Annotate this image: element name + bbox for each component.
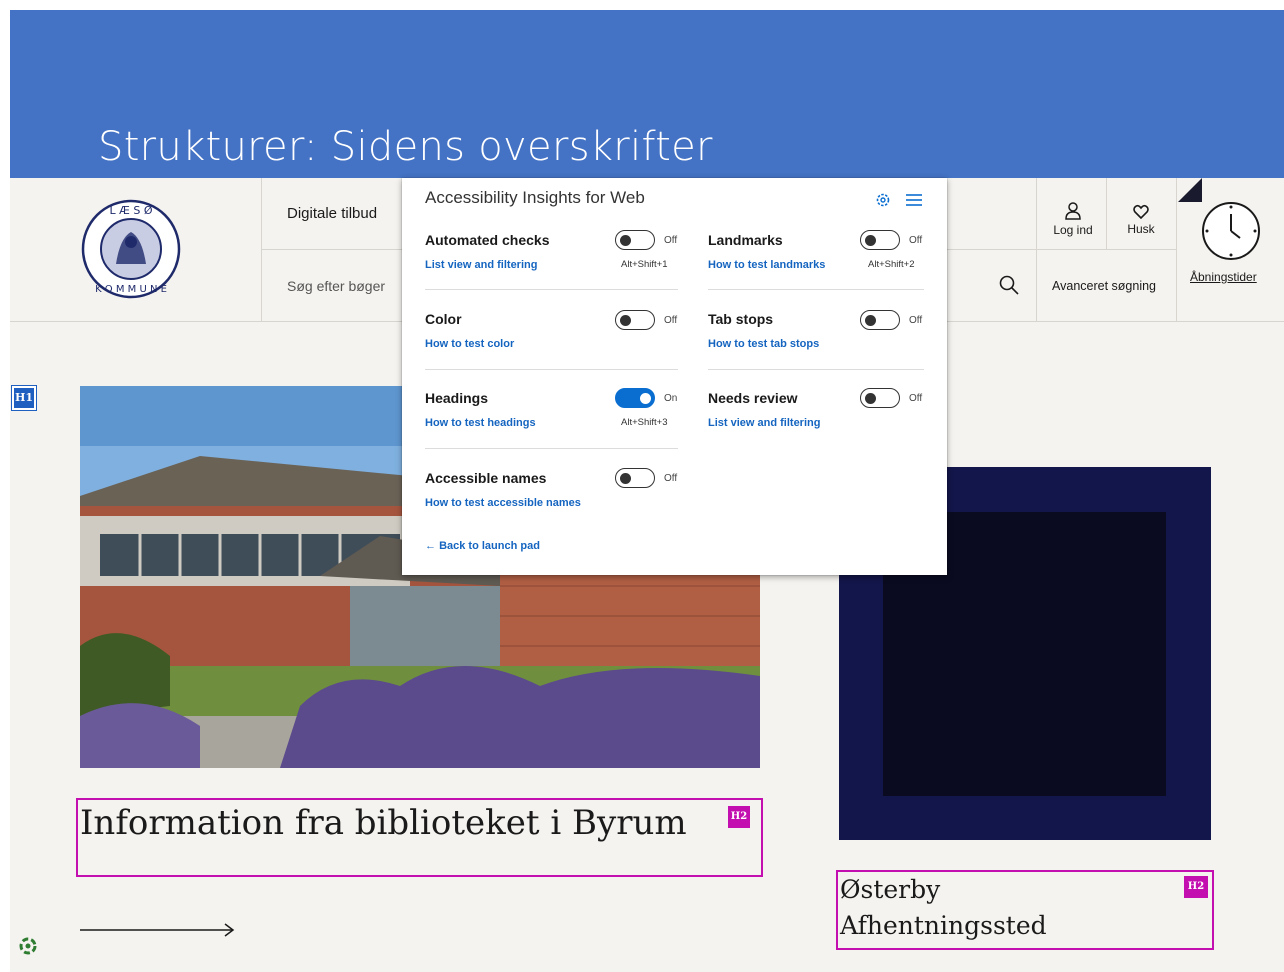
svg-text:L Æ S Ø: L Æ S Ø xyxy=(110,204,153,217)
divider xyxy=(425,448,678,449)
accessible-names-title: Accessible names xyxy=(425,470,547,486)
tab-stops-title: Tab stops xyxy=(708,311,774,327)
accessible-names-toggle[interactable] xyxy=(615,468,655,488)
divider xyxy=(708,369,924,370)
panel-title: Accessibility Insights for Web xyxy=(425,188,645,207)
back-label: Back to launch pad xyxy=(439,540,540,552)
nav-link-digital[interactable]: Digitale tilbud xyxy=(287,205,377,222)
landmarks-title: Landmarks xyxy=(708,232,783,248)
tab-stops-state: Off xyxy=(909,315,923,326)
article-heading-osterby[interactable]: Østerby Afhentningssted xyxy=(840,872,1100,944)
landmarks-link[interactable]: How to test landmarks xyxy=(708,259,825,271)
automated-checks-shortcut: Alt+Shift+1 xyxy=(621,259,668,270)
back-to-launch-pad-link[interactable]: ← Back to launch pad xyxy=(425,540,540,552)
h1-heading-badge: H1 xyxy=(11,385,37,411)
headings-toggle[interactable] xyxy=(615,388,655,408)
landmarks-toggle[interactable] xyxy=(860,230,900,250)
clock-icon[interactable] xyxy=(1200,200,1262,262)
headings-link[interactable]: How to test headings xyxy=(425,417,536,429)
login-label: Log ind xyxy=(1053,223,1093,237)
color-state: Off xyxy=(664,315,678,326)
needs-review-link[interactable]: List view and filtering xyxy=(708,417,820,429)
svg-text:K O M M U N E: K O M M U N E xyxy=(95,284,167,295)
color-title: Color xyxy=(425,311,462,327)
landmarks-state: Off xyxy=(909,235,923,246)
heart-icon xyxy=(1133,204,1149,220)
opening-hours-link[interactable]: Åbningstider xyxy=(1190,270,1257,284)
automated-checks-toggle[interactable] xyxy=(615,230,655,250)
favorites-button[interactable]: Husk xyxy=(1108,204,1174,236)
accessible-names-link[interactable]: How to test accessible names xyxy=(425,497,581,509)
automated-checks-title: Automated checks xyxy=(425,232,550,248)
search-input[interactable]: Søg efter bøger xyxy=(287,278,385,294)
advanced-search-link[interactable]: Avanceret søgning xyxy=(1052,279,1156,293)
tab-stops-toggle[interactable] xyxy=(860,310,900,330)
gear-icon[interactable] xyxy=(875,192,891,208)
color-toggle[interactable] xyxy=(615,310,655,330)
search-icon[interactable] xyxy=(998,274,1020,296)
slide-title: Strukturer: Sidens overskrifter xyxy=(98,124,713,170)
corner-marker xyxy=(1178,178,1202,202)
needs-review-state: Off xyxy=(909,393,923,404)
slide-banner: Strukturer: Sidens overskrifter xyxy=(10,10,1284,178)
login-button[interactable]: Log ind xyxy=(1040,202,1106,237)
needs-review-toggle[interactable] xyxy=(860,388,900,408)
headings-state: On xyxy=(664,393,678,404)
header-divider xyxy=(1106,178,1107,249)
header-divider xyxy=(1036,249,1176,250)
h2-heading-badge: H2 xyxy=(1184,876,1208,898)
kommune-logo[interactable]: L Æ S Ø K O M M U N E xyxy=(80,198,182,300)
automated-checks-state: Off xyxy=(664,235,678,246)
divider xyxy=(708,289,924,290)
divider xyxy=(425,369,678,370)
needs-review-title: Needs review xyxy=(708,390,798,406)
arrow-right-icon[interactable] xyxy=(80,920,240,940)
accessibility-wheel-icon[interactable] xyxy=(18,936,38,956)
divider xyxy=(425,289,678,290)
headings-shortcut: Alt+Shift+3 xyxy=(621,417,668,428)
headings-title: Headings xyxy=(425,390,489,406)
tab-stops-link[interactable]: How to test tab stops xyxy=(708,338,819,350)
favorites-label: Husk xyxy=(1127,222,1155,236)
automated-checks-link[interactable]: List view and filtering xyxy=(425,259,537,271)
landmarks-shortcut: Alt+Shift+2 xyxy=(868,259,915,270)
h2-heading-badge: H2 xyxy=(728,806,750,828)
header-divider xyxy=(1176,178,1177,321)
menu-icon[interactable] xyxy=(906,193,922,207)
accessibility-insights-panel: Accessibility Insights for Web Automated… xyxy=(402,178,947,575)
color-link[interactable]: How to test color xyxy=(425,338,514,350)
user-icon xyxy=(1065,202,1081,220)
accessible-names-state: Off xyxy=(664,473,678,484)
arrow-left-icon: ← xyxy=(425,540,440,552)
article-heading-byrum[interactable]: Information fra biblioteket i Byrum xyxy=(80,802,720,844)
